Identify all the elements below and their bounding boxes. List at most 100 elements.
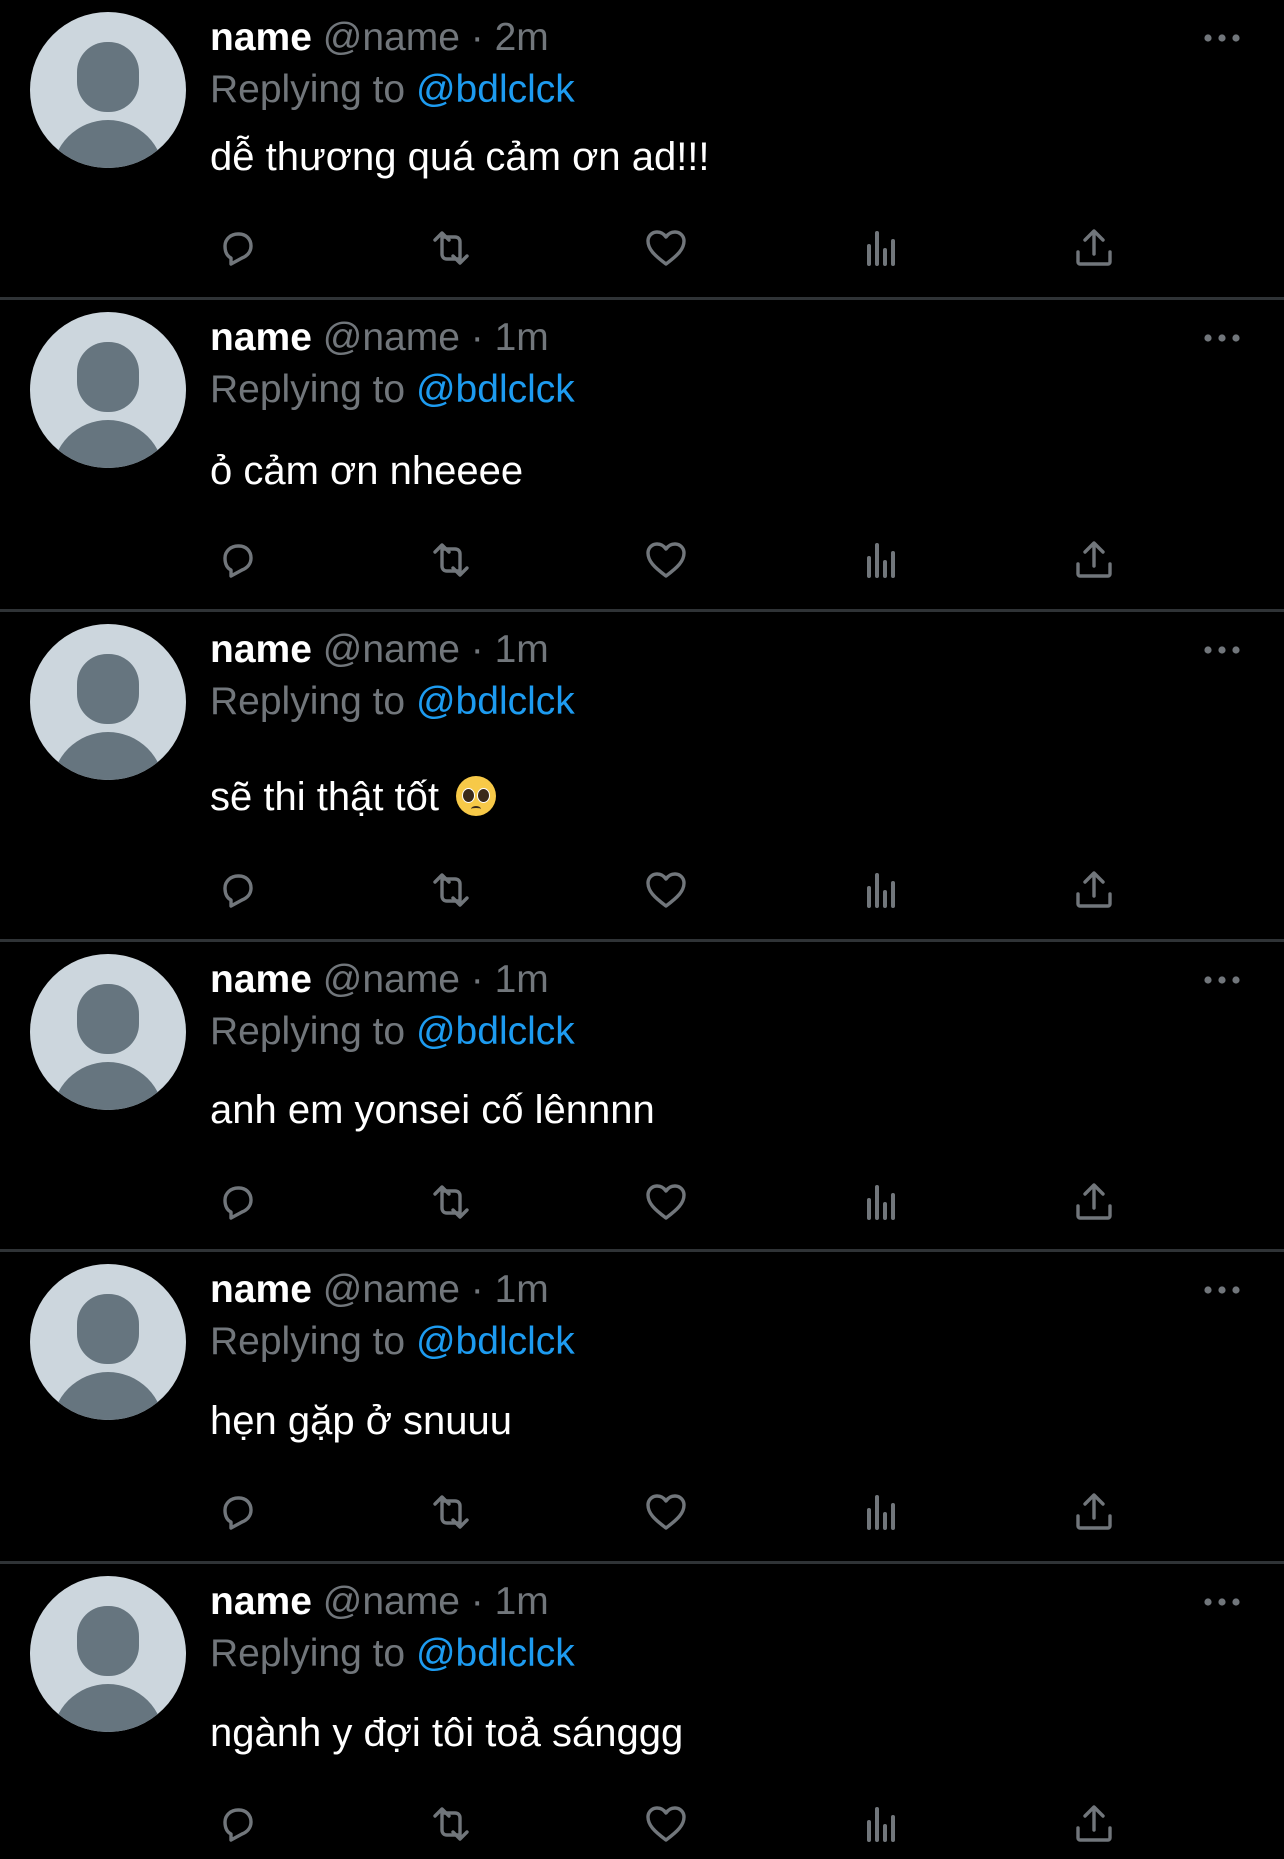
reply-tweet[interactable]: name @name · 1m Replying to @bdlclck ngành… xyxy=(0,1564,1284,1859)
timestamp[interactable]: 1m xyxy=(495,1268,549,1311)
reply-button[interactable] xyxy=(209,1796,265,1852)
timestamp[interactable]: 1m xyxy=(495,958,549,1001)
like-button[interactable] xyxy=(638,220,694,276)
retweet-button[interactable] xyxy=(423,220,479,276)
share-button[interactable] xyxy=(1066,1796,1122,1852)
tweet-header: name @name · 1m xyxy=(210,626,549,674)
separator-dot: · xyxy=(459,316,495,359)
reply-tweet[interactable]: name @name · 1m Replying to @bdlclck ỏ cảm… xyxy=(0,300,1284,612)
display-name[interactable]: name xyxy=(210,958,312,1001)
tweet-text: ỏ cảm ơn nheeee xyxy=(210,446,523,496)
reply-tweet[interactable]: name @name · 1m Replying to @bdlclck anh e… xyxy=(0,942,1284,1252)
views-button[interactable] xyxy=(853,1796,909,1852)
views-icon xyxy=(853,1174,909,1230)
more-options-button[interactable] xyxy=(1200,22,1244,54)
user-handle[interactable]: @name xyxy=(323,316,460,359)
user-handle[interactable]: @name xyxy=(323,628,460,671)
like-button[interactable] xyxy=(638,1796,694,1852)
avatar[interactable] xyxy=(30,1264,186,1420)
share-button[interactable] xyxy=(1066,1174,1122,1230)
action-bar xyxy=(0,1796,1284,1852)
more-options-button[interactable] xyxy=(1200,634,1244,666)
replying-to: Replying to @bdlclck xyxy=(210,678,575,726)
user-handle[interactable]: @name xyxy=(323,16,460,59)
avatar-body-shape xyxy=(52,1684,164,1732)
retweet-button[interactable] xyxy=(423,1484,479,1540)
avatar[interactable] xyxy=(30,624,186,780)
share-button[interactable] xyxy=(1066,220,1122,276)
reply-tweet[interactable]: name @name · 1m Replying to @bdlclck sẽ th… xyxy=(0,612,1284,942)
share-button[interactable] xyxy=(1066,862,1122,918)
more-icon xyxy=(1200,964,1244,996)
like-icon xyxy=(638,1796,694,1852)
like-icon xyxy=(638,1484,694,1540)
replying-handle-link[interactable]: @bdlclck xyxy=(416,368,575,411)
display-name[interactable]: name xyxy=(210,16,312,59)
tweet-header: name @name · 1m xyxy=(210,1578,549,1626)
tweet-text-content: hẹn gặp ở snuuu xyxy=(210,1399,513,1443)
display-name[interactable]: name xyxy=(210,628,312,671)
timestamp[interactable]: 1m xyxy=(495,1580,549,1623)
retweet-button[interactable] xyxy=(423,1174,479,1230)
reply-button[interactable] xyxy=(209,220,265,276)
share-button[interactable] xyxy=(1066,532,1122,588)
display-name[interactable]: name xyxy=(210,1268,312,1311)
views-button[interactable] xyxy=(853,532,909,588)
display-name[interactable]: name xyxy=(210,1580,312,1623)
replying-space xyxy=(405,1010,416,1053)
like-button[interactable] xyxy=(638,862,694,918)
avatar-head-shape xyxy=(77,1606,139,1676)
like-button[interactable] xyxy=(638,1174,694,1230)
avatar[interactable] xyxy=(30,954,186,1110)
replying-to: Replying to @bdlclck xyxy=(210,366,575,414)
replying-handle-link[interactable]: @bdlclck xyxy=(416,68,575,111)
replying-prefix: Replying to xyxy=(210,680,406,723)
avatar[interactable] xyxy=(30,312,186,468)
retweet-button[interactable] xyxy=(423,1796,479,1852)
replying-handle-link[interactable]: @bdlclck xyxy=(416,1010,575,1053)
avatar[interactable] xyxy=(30,12,186,168)
timestamp[interactable]: 1m xyxy=(495,316,549,359)
timestamp[interactable]: 1m xyxy=(495,628,549,671)
more-options-button[interactable] xyxy=(1200,964,1244,996)
avatar-head-shape xyxy=(77,984,139,1054)
more-options-button[interactable] xyxy=(1200,1274,1244,1306)
avatar-body-shape xyxy=(52,732,164,780)
reply-icon xyxy=(209,862,265,918)
replying-handle-link[interactable]: @bdlclck xyxy=(416,680,575,723)
action-bar xyxy=(0,1174,1284,1230)
separator-dot: · xyxy=(459,1268,495,1311)
reply-icon xyxy=(209,532,265,588)
like-button[interactable] xyxy=(638,1484,694,1540)
reply-tweet[interactable]: name @name · 1m Replying to @bdlclck hẹn g… xyxy=(0,1252,1284,1564)
share-icon xyxy=(1066,532,1122,588)
reply-button[interactable] xyxy=(209,862,265,918)
more-options-button[interactable] xyxy=(1200,322,1244,354)
reply-button[interactable] xyxy=(209,1484,265,1540)
replying-handle-link[interactable]: @bdlclck xyxy=(416,1632,575,1675)
more-options-button[interactable] xyxy=(1200,1586,1244,1618)
header-space xyxy=(312,316,323,359)
user-handle[interactable]: @name xyxy=(323,958,460,1001)
share-button[interactable] xyxy=(1066,1484,1122,1540)
reply-button[interactable] xyxy=(209,532,265,588)
views-button[interactable] xyxy=(853,220,909,276)
separator-dot: · xyxy=(459,16,495,59)
user-handle[interactable]: @name xyxy=(323,1580,460,1623)
reply-tweet[interactable]: name @name · 2m Replying to @bdlclck dễ th… xyxy=(0,0,1284,300)
tweet-text: dễ thương quá cảm ơn ad!!! xyxy=(210,132,710,182)
retweet-button[interactable] xyxy=(423,532,479,588)
avatar[interactable] xyxy=(30,1576,186,1732)
retweet-button[interactable] xyxy=(423,862,479,918)
timestamp[interactable]: 2m xyxy=(495,16,549,59)
views-button[interactable] xyxy=(853,862,909,918)
user-handle[interactable]: @name xyxy=(323,1268,460,1311)
replying-space xyxy=(405,680,416,723)
display-name[interactable]: name xyxy=(210,316,312,359)
replying-handle-link[interactable]: @bdlclck xyxy=(416,1320,575,1363)
like-button[interactable] xyxy=(638,532,694,588)
views-button[interactable] xyxy=(853,1484,909,1540)
views-icon xyxy=(853,532,909,588)
views-button[interactable] xyxy=(853,1174,909,1230)
reply-button[interactable] xyxy=(209,1174,265,1230)
